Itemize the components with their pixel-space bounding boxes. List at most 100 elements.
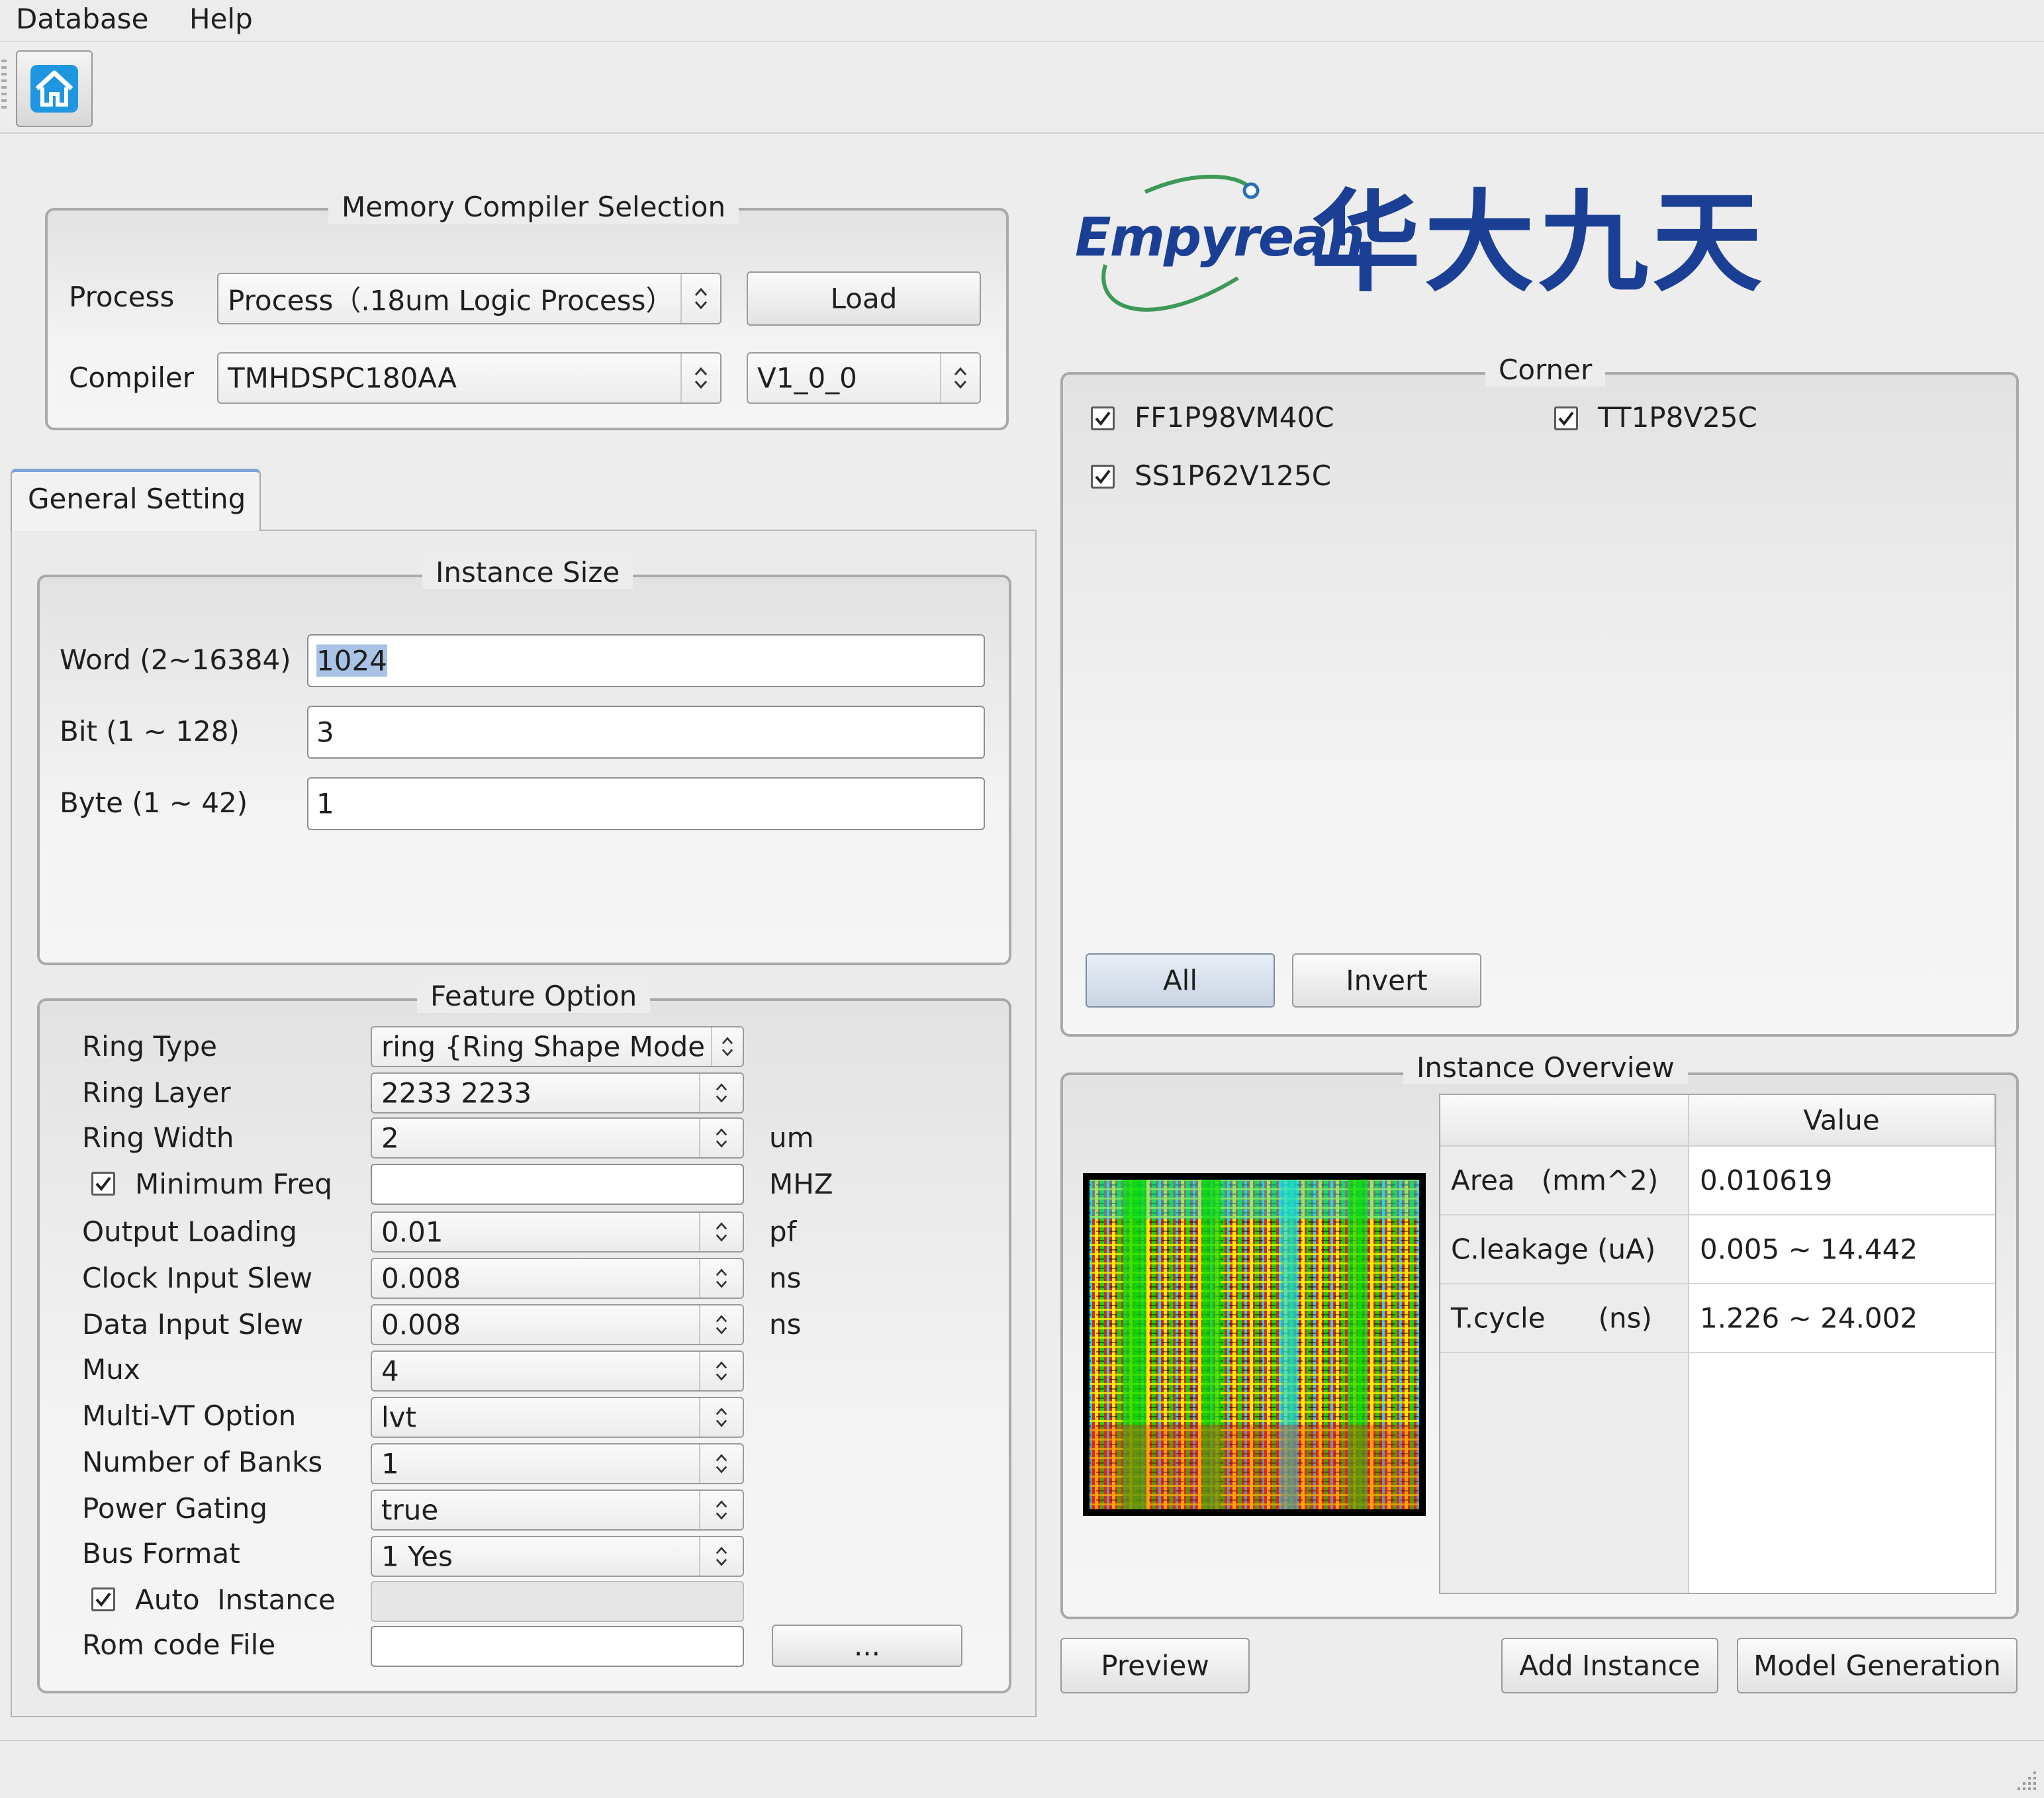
empyrean-logo: Empyrean 华大九天 [1072, 166, 1800, 331]
instance-overview-title: Instance Overview [1403, 1051, 1688, 1084]
corner-checkbox-ss1p62v125c[interactable] [1091, 465, 1115, 489]
power-gating-label: Power Gating [82, 1492, 268, 1525]
power-gating-arrow[interactable] [699, 1491, 743, 1529]
compiler-combo-arrow[interactable] [680, 354, 720, 402]
updown-arrow-icon [721, 1037, 733, 1057]
output-loading-spinbox[interactable]: 0.01 [371, 1211, 744, 1253]
multi-vt-option-arrow[interactable] [699, 1398, 743, 1437]
compiler-combo-value: TMHDSPC180AA [228, 361, 457, 395]
bus-format-arrow[interactable] [699, 1537, 743, 1576]
process-combo-arrow[interactable] [680, 274, 720, 323]
minimum-freq-checkbox[interactable] [91, 1172, 115, 1196]
bit-input-value: 3 [316, 716, 334, 749]
clock-input-slew-spinbox[interactable]: 0.008 [371, 1258, 744, 1299]
home-button[interactable] [16, 50, 93, 127]
number-of-banks-value: 1 [381, 1447, 399, 1480]
ring-layer-spinbox[interactable]: 2233 2233 [371, 1072, 744, 1113]
all-button[interactable]: All [1086, 953, 1275, 1008]
browse-button[interactable]: ... [772, 1625, 962, 1667]
ring-type-combo[interactable]: ring {Ring Shape Mode [371, 1026, 744, 1067]
ring-type-arrow[interactable] [711, 1027, 743, 1066]
add-instance-button[interactable]: Add Instance [1501, 1638, 1718, 1693]
ring-type-label: Ring Type [82, 1030, 217, 1063]
ring-type-value: ring {Ring Shape Mode [381, 1030, 706, 1063]
compiler-label: Compiler [69, 361, 195, 394]
mux-value: 4 [381, 1354, 399, 1388]
tab-general-setting[interactable]: General Setting [11, 469, 261, 531]
bus-format-combo[interactable]: 1 Yes [371, 1536, 744, 1577]
ring-width-unit: um [769, 1121, 814, 1154]
compiler-combo[interactable]: TMHDSPC180AA [217, 352, 721, 404]
table-header-value[interactable]: Value [1689, 1095, 1995, 1147]
power-gating-value: true [381, 1493, 439, 1527]
minimum-freq-label: Minimum Freq [135, 1168, 332, 1200]
word-label: Word (2~16384) [60, 643, 291, 676]
multi-vt-option-value: lvt [381, 1401, 416, 1434]
checkmark-icon [95, 1592, 111, 1607]
clock-input-slew-label: Clock Input Slew [82, 1262, 313, 1294]
toolbar-grip[interactable] [1, 60, 7, 113]
byte-input[interactable]: 1 [307, 777, 985, 830]
multi-vt-option-combo[interactable]: lvt [371, 1397, 744, 1438]
process-combo[interactable]: Process（.18um Logic Process） [217, 273, 721, 324]
minimum-freq-input[interactable] [371, 1164, 744, 1205]
ring-width-spinbox[interactable]: 2 [371, 1117, 744, 1159]
menu-help[interactable]: Help [189, 0, 253, 38]
word-input[interactable]: 1024 [307, 634, 985, 687]
home-icon [30, 65, 78, 113]
mux-spin-arrows[interactable] [699, 1352, 743, 1390]
updown-arrow-icon [954, 367, 967, 389]
number-of-banks-spinbox[interactable]: 1 [371, 1443, 744, 1484]
version-combo-value: V1_0_0 [757, 361, 857, 395]
auto-instance-checkbox[interactable] [91, 1587, 115, 1611]
version-combo-arrow[interactable] [940, 354, 980, 402]
number-of-banks-spin-arrows[interactable] [699, 1444, 743, 1483]
model-generation-button[interactable]: Model Generation [1737, 1638, 2018, 1693]
corner-checkbox-ff1p98vm40c[interactable] [1091, 406, 1115, 430]
corner-checkbox-tt1p8v25c[interactable] [1554, 406, 1578, 430]
power-gating-combo[interactable]: true [371, 1490, 744, 1531]
output-loading-unit: pf [769, 1215, 797, 1248]
byte-input-value: 1 [316, 787, 334, 820]
toolbar [0, 42, 2044, 134]
clock-input-slew-value: 0.008 [381, 1262, 461, 1295]
updown-arrow-icon [694, 287, 708, 310]
ring-width-spin-arrows[interactable] [699, 1119, 743, 1157]
load-button[interactable]: Load [747, 271, 981, 326]
clock-input-slew-spin-arrows[interactable] [699, 1259, 743, 1298]
checkmark-icon [1558, 411, 1574, 426]
output-loading-spin-arrows[interactable] [699, 1213, 743, 1251]
corner-label-ff1p98vm40c: FF1P98VM40C [1135, 401, 1334, 434]
process-combo-value: Process（.18um Logic Process） [228, 284, 674, 317]
data-input-slew-spinbox[interactable]: 0.008 [371, 1304, 744, 1345]
corner-label-tt1p8v25c: TT1P8V25C [1598, 401, 1757, 434]
resize-grip-icon[interactable] [2012, 1766, 2039, 1793]
preview-button[interactable]: Preview [1060, 1638, 1250, 1693]
multi-vt-option-label: Multi-VT Option [82, 1399, 297, 1432]
data-input-slew-spin-arrows[interactable] [699, 1305, 743, 1344]
rom-code-file-input[interactable] [371, 1626, 744, 1667]
ring-layer-spin-arrows[interactable] [699, 1074, 743, 1112]
instance-overview-table: Value Area (mm^2) 0.010619 C.leakage (uA… [1439, 1094, 1996, 1594]
output-loading-label: Output Loading [82, 1215, 297, 1248]
memory-compiler-selection-title: Memory Compiler Selection [328, 191, 739, 224]
output-loading-value: 0.01 [381, 1215, 443, 1249]
table-empty-rowhead [1440, 1353, 1689, 1593]
table-row-leakage-value[interactable]: 0.005 ~ 14.442 [1689, 1215, 1995, 1284]
menu-database[interactable]: Database [16, 0, 148, 38]
menu-bar: Database Help [0, 0, 2044, 42]
ring-width-label: Ring Width [82, 1121, 234, 1154]
table-row-area-value[interactable]: 0.010619 [1689, 1147, 1995, 1215]
data-input-slew-unit: ns [769, 1308, 802, 1341]
auto-instance-label: Auto Instance [135, 1584, 336, 1616]
table-header-name[interactable] [1440, 1095, 1689, 1147]
version-combo[interactable]: V1_0_0 [747, 352, 981, 404]
tab-general-setting-label: General Setting [28, 483, 246, 515]
mux-spinbox[interactable]: 4 [371, 1350, 744, 1392]
bit-input[interactable]: 3 [307, 706, 985, 759]
ring-width-value: 2 [381, 1121, 399, 1155]
corner-label-ss1p62v125c: SS1P62V125C [1135, 459, 1332, 492]
status-bar [0, 1740, 2044, 1798]
table-row-tcycle-value[interactable]: 1.226 ~ 24.002 [1689, 1284, 1995, 1353]
invert-button[interactable]: Invert [1292, 953, 1481, 1008]
